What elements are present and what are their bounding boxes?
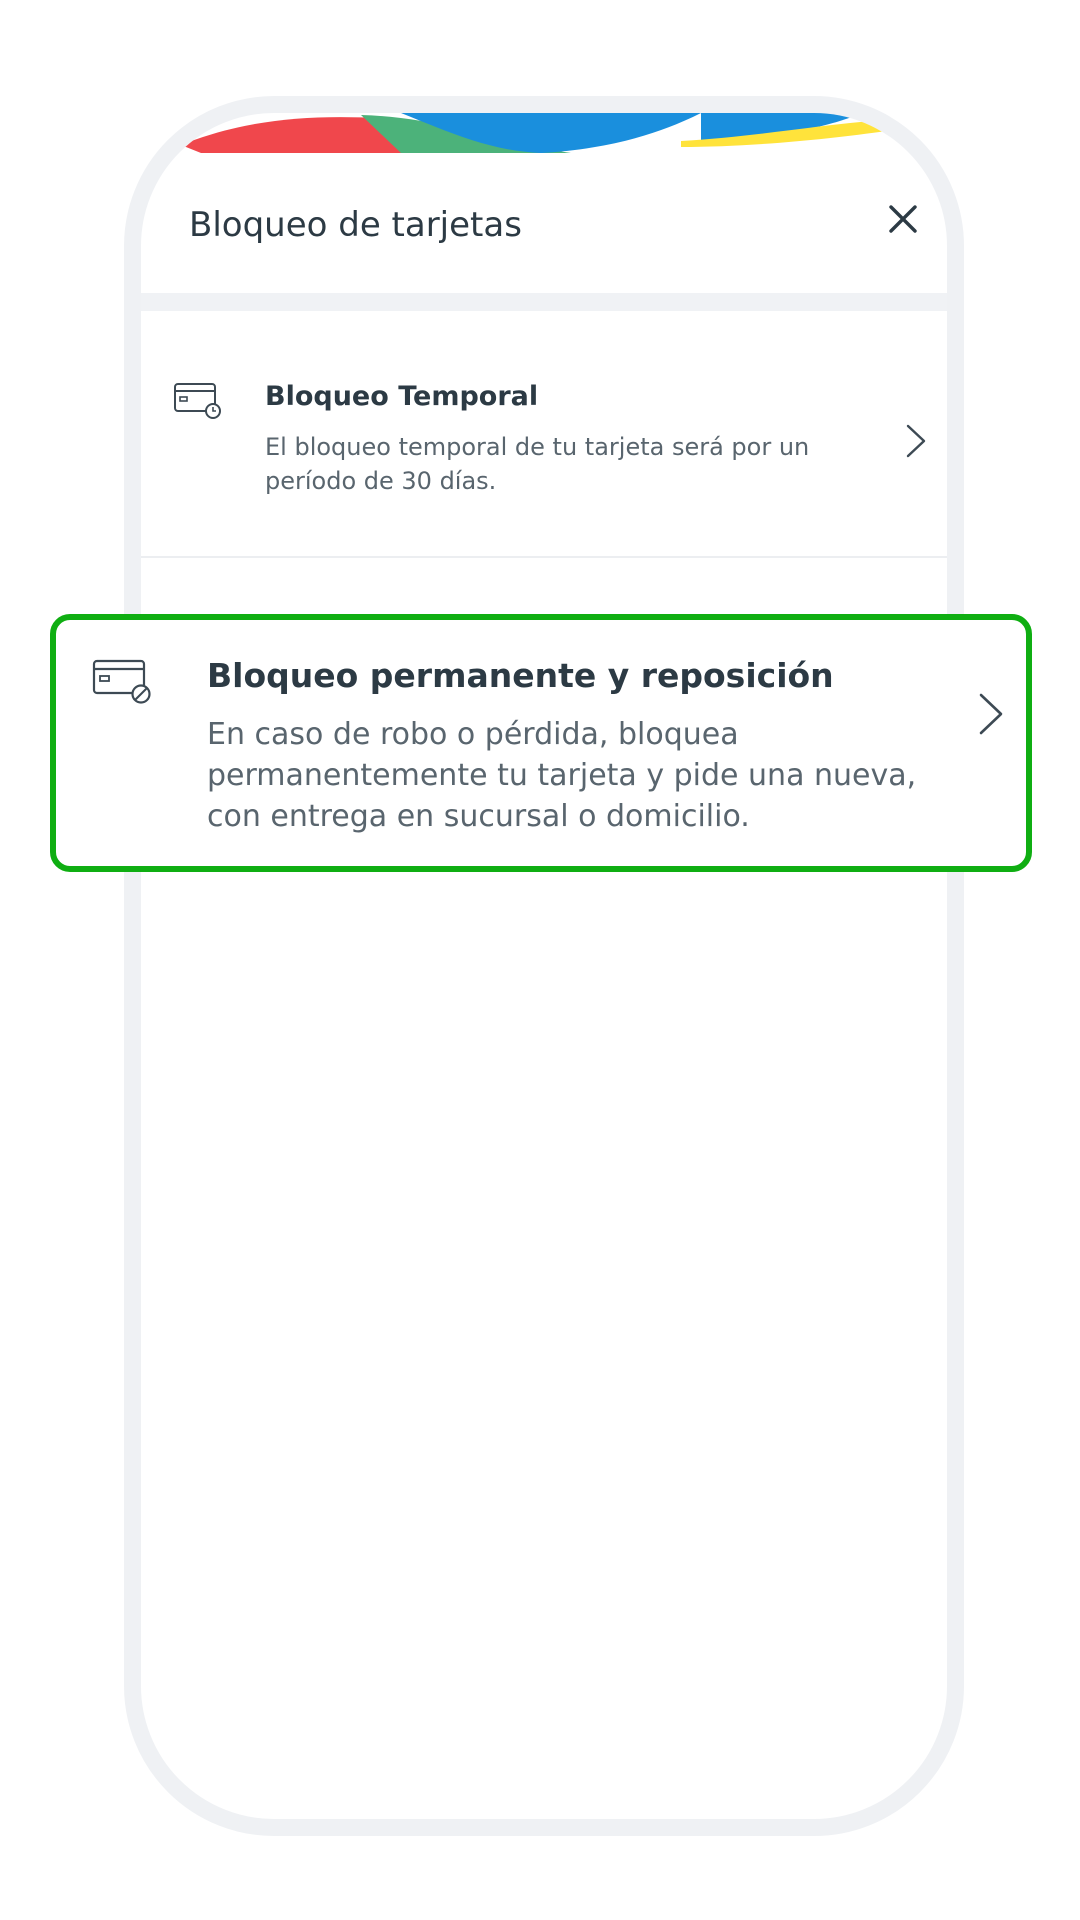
- header: Bloqueo de tarjetas: [141, 153, 947, 293]
- section-divider: [141, 293, 947, 311]
- option-description: En caso de robo o pérdida, bloquea perma…: [207, 717, 917, 834]
- chevron-right-icon: [979, 693, 1003, 735]
- brand-wave-decoration: [181, 113, 886, 153]
- option-title: Bloqueo Temporal: [265, 381, 539, 412]
- card-block-icon: [92, 659, 151, 704]
- option-bloqueo-permanente[interactable]: Bloqueo permanente y reposición En caso …: [50, 614, 1032, 872]
- phone-frame: Bloqueo de tarjetas Bloqueo Temporal El …: [124, 96, 964, 1836]
- option-title: Bloqueo permanente y reposición: [207, 656, 834, 695]
- option-description: El bloqueo temporal de tu tarjeta será p…: [265, 433, 810, 495]
- page-title: Bloqueo de tarjetas: [189, 205, 522, 245]
- chevron-right-icon: [906, 424, 926, 458]
- card-clock-icon: [174, 383, 221, 419]
- option-bloqueo-temporal[interactable]: Bloqueo Temporal El bloqueo temporal de …: [141, 311, 947, 558]
- close-icon[interactable]: [883, 199, 923, 239]
